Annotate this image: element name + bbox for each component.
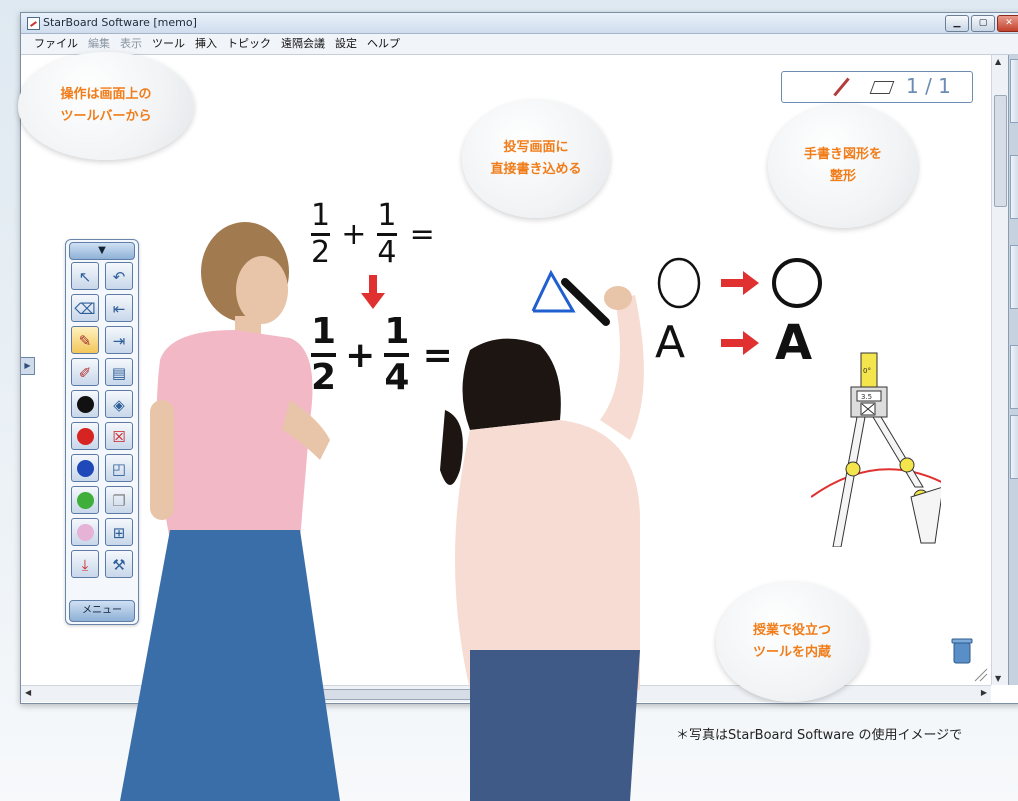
bubble-toolbar-tip: 操作は画面上の ツールバーから — [18, 52, 194, 160]
bubble-shape-tip: 手書き図形を 整形 — [768, 104, 918, 228]
bubble-write-text: 投写画面に 直接書き込める — [490, 140, 582, 177]
teacher-figure — [120, 222, 340, 801]
marker-pen — [561, 278, 610, 326]
student-figure — [440, 278, 644, 801]
bubble-tools-tip: 授業で役立つ ツールを内蔵 — [716, 582, 868, 702]
photo-caption: ＊写真はStarBoard Software の使用イメージで — [676, 728, 963, 743]
bubble-shape-text: 手書き図形を 整形 — [803, 147, 882, 184]
bubble-tools-text: 授業で役立つ ツールを内蔵 — [752, 623, 831, 660]
bubble-toolbar-text: 操作は画面上の ツールバーから — [60, 87, 152, 124]
bubble-write-tip: 投写画面に 直接書き込める — [462, 100, 610, 218]
